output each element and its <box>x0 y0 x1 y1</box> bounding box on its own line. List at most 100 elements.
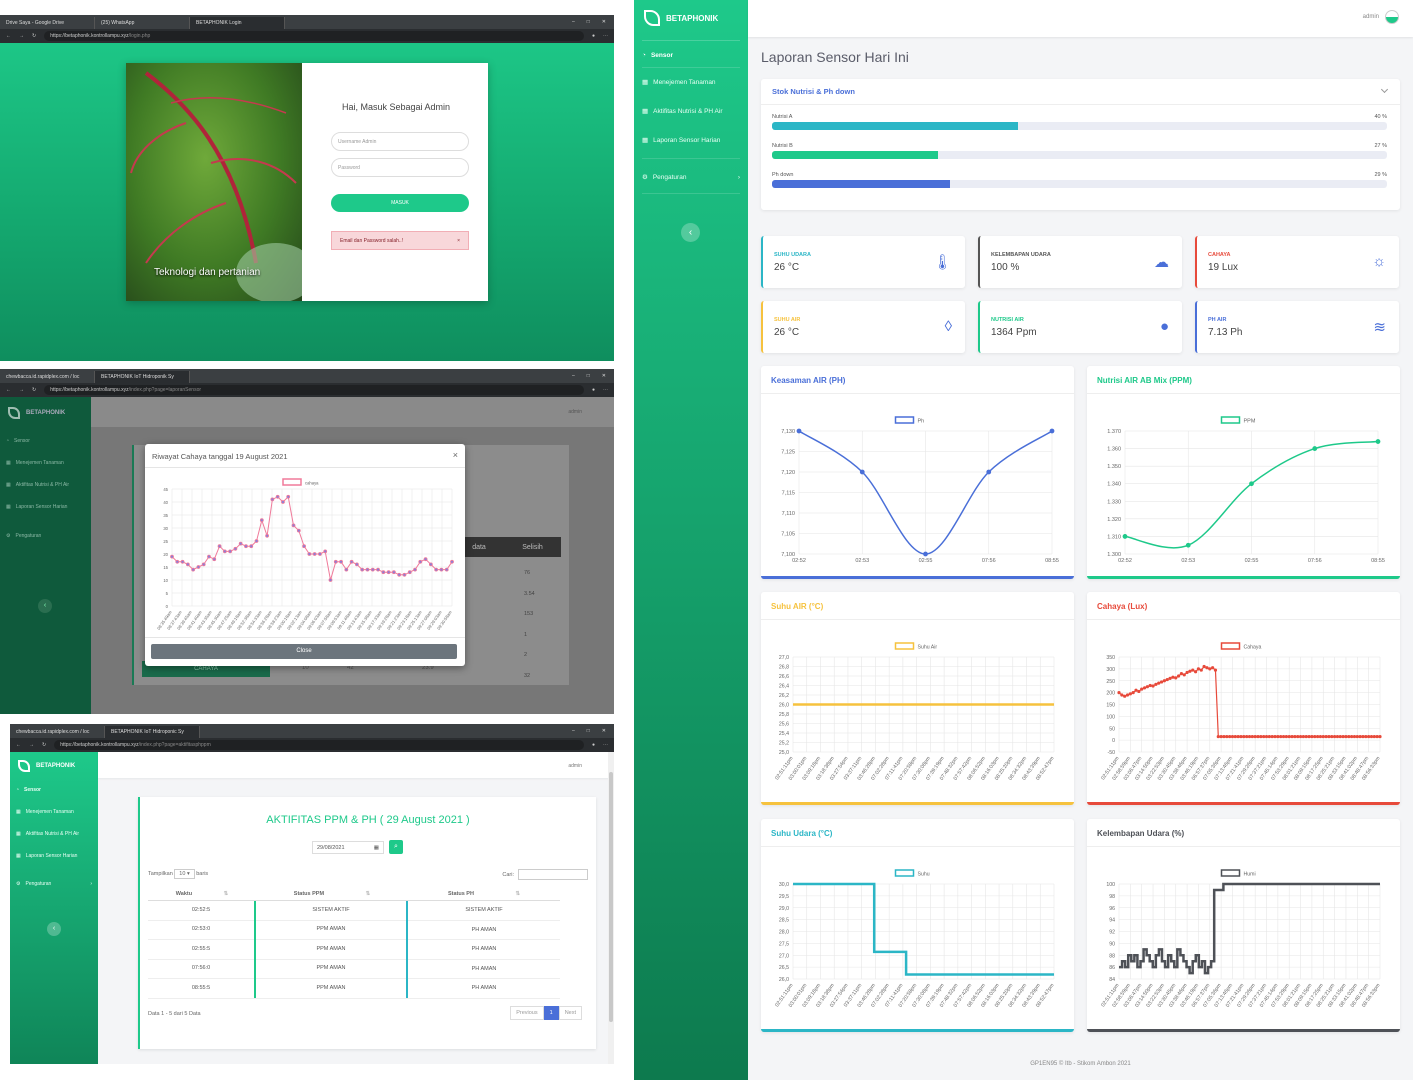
sun-icon: ☼ <box>1372 253 1386 270</box>
browser-tab[interactable]: Drive Saya - Google Drive <box>0 17 95 29</box>
reload-icon[interactable]: ↻ <box>32 387 36 393</box>
y-tick-label: 30,0 <box>779 882 789 888</box>
browser-tab-active[interactable]: BETAPHONIK Login <box>190 17 285 29</box>
scrollbar[interactable] <box>608 752 614 1064</box>
username-input[interactable]: Username Admin <box>331 132 469 151</box>
page-1-button[interactable]: 1 <box>543 1006 559 1020</box>
url-field[interactable]: https://betaphonik.kontrollampu.xyz/inde… <box>44 385 584 395</box>
nav-aktifitas[interactable]: ▦ Aktifitas Nutrisi & PH Air <box>642 105 740 117</box>
calendar-icon[interactable]: ▦ <box>374 845 379 851</box>
series-line <box>1119 882 1380 975</box>
data-point <box>1293 734 1297 739</box>
modal-close-icon[interactable]: × <box>453 450 458 460</box>
gauge-icon: ◔ <box>16 787 20 793</box>
brand[interactable]: BETAPHONIK <box>634 0 748 36</box>
minimize-icon[interactable]: – <box>572 19 575 25</box>
menu-icon[interactable]: ⋯ <box>603 387 608 393</box>
nav-sensor[interactable]: ◔ Sensor <box>6 435 85 447</box>
th-ph[interactable]: Status PH ⇅ <box>408 891 560 897</box>
nav-laporan[interactable]: ▦ Laporan Sensor Harian <box>16 850 92 862</box>
chart-title: Kelembapan Udara (%) <box>1097 829 1185 838</box>
profile-avatar[interactable]: ● <box>592 33 595 39</box>
back-icon[interactable]: ← <box>6 387 11 393</box>
reload-icon[interactable]: ↻ <box>32 33 36 39</box>
browser-tab[interactable]: (25) WhatsApp <box>95 17 190 29</box>
browser-tabbar: chewbacca.id.rapidplex.com / loc BETAPHO… <box>0 369 614 383</box>
brand[interactable]: BETAPHONIK <box>0 397 91 429</box>
user-name[interactable]: admin <box>1363 14 1379 20</box>
next-page-button[interactable]: Next <box>558 1006 582 1020</box>
data-point <box>796 428 802 434</box>
collapse-sidebar-button[interactable]: ‹ <box>47 922 61 936</box>
th-waktu[interactable]: Waktu ⇅ <box>148 891 256 897</box>
maximize-icon[interactable]: □ <box>587 19 590 25</box>
maximize-icon[interactable]: □ <box>587 373 590 379</box>
back-icon[interactable]: ← <box>6 33 11 39</box>
leaf-illustration <box>130 71 302 301</box>
url-field[interactable]: https://betaphonik.kontrollampu.xyz/logi… <box>44 31 584 41</box>
progress-fill <box>772 151 939 159</box>
sidebar: BETAPHONIK ◔ Sensor ▦ Menejemen Tanaman ▦ A… <box>634 0 748 1080</box>
length-select[interactable]: 10 ▾ <box>174 869 195 879</box>
th-ppm[interactable]: Status PPM ⇅ <box>256 891 408 897</box>
browser-tab[interactable]: chewbacca.id.rapidplex.com / loc <box>10 726 105 738</box>
close-window-icon[interactable]: ✕ <box>602 19 606 25</box>
back-icon[interactable]: ← <box>16 742 21 748</box>
close-window-icon[interactable]: ✕ <box>602 728 606 734</box>
url-field[interactable]: https://betaphonik.kontrollampu.xyz/inde… <box>54 740 584 750</box>
avatar[interactable] <box>1385 10 1399 24</box>
prev-page-button[interactable]: Previous <box>510 1006 544 1020</box>
nav-pengaturan[interactable]: ⚙ Pengaturan › <box>642 171 740 183</box>
forward-icon[interactable]: → <box>19 387 24 393</box>
user-name[interactable]: admin <box>568 763 582 769</box>
table-row: 08:55:5 PPM AMAN PH AMAN <box>148 978 560 999</box>
nav-pengaturan[interactable]: ⚙ Pengaturan › <box>16 878 92 890</box>
password-input[interactable]: Password <box>331 158 469 177</box>
data-point <box>1318 734 1323 739</box>
nav-laporan[interactable]: ▦ Laporan Sensor Harian <box>642 134 740 146</box>
minimize-icon[interactable]: – <box>572 373 575 379</box>
nav-menejemen[interactable]: ▦ Menejemen Tanaman <box>6 457 85 469</box>
browser-tab[interactable]: chewbacca.id.rapidplex.com / loc <box>0 371 95 383</box>
browser-tab-active[interactable]: BETAPHONIK IoT Hidroponik Sy <box>95 371 190 383</box>
profile-avatar[interactable]: ● <box>592 387 595 393</box>
nav-pengaturan[interactable]: ⚙ Pengaturan <box>6 530 85 542</box>
chart-title: Suhu AIR (°C) <box>771 602 824 611</box>
plant-image: Teknologi dan pertanian <box>126 63 302 301</box>
user-name[interactable]: admin <box>568 409 582 415</box>
data-point <box>428 562 433 567</box>
nav-sensor[interactable]: ◔ Sensor <box>16 784 92 796</box>
date-search-button[interactable]: ⌕ <box>389 840 403 854</box>
nav-label: Pengaturan <box>652 173 687 181</box>
chevron-down-icon[interactable] <box>1380 85 1389 94</box>
nav-sensor[interactable]: ◔ Sensor <box>642 49 740 61</box>
nav-aktifitas[interactable]: ▦ Aktifitas Nutrisi & PH Air <box>16 828 92 840</box>
profile-avatar[interactable]: ● <box>592 742 595 748</box>
maximize-icon[interactable]: □ <box>587 728 590 734</box>
reload-icon[interactable]: ↻ <box>42 742 46 748</box>
stat-value: 19 Lux <box>1208 262 1239 273</box>
menu-icon[interactable]: ⋯ <box>603 33 608 39</box>
modal-close-button[interactable]: Close <box>151 644 457 659</box>
menu-icon[interactable]: ⋯ <box>603 742 608 748</box>
browser-tab-active[interactable]: BETAPHONIK IoT Hidroponic Sy <box>105 726 200 738</box>
collapse-sidebar-button[interactable]: ‹ <box>38 599 52 613</box>
masuk-button[interactable]: MASUK <box>331 194 469 212</box>
bg-col: Selisih <box>522 543 543 551</box>
nav-laporan[interactable]: ▦ Laporan Sensor Harian <box>6 501 85 513</box>
date-input[interactable]: 29/08/2021 ▦ <box>312 841 384 854</box>
collapse-sidebar-button[interactable]: ‹ <box>681 223 700 242</box>
close-window-icon[interactable]: ✕ <box>602 373 606 379</box>
nav-aktifitas[interactable]: ▦ Aktifitas Nutrisi & PH Air <box>6 479 85 491</box>
minimize-icon[interactable]: – <box>572 728 575 734</box>
nav-menejemen[interactable]: ▦ Menejemen Tanaman <box>642 76 740 88</box>
data-point <box>1341 734 1345 739</box>
y-tick-label: 27,0 <box>779 953 789 959</box>
nav-menejemen[interactable]: ▦ Menejemen Tanaman <box>16 806 92 818</box>
forward-icon[interactable]: → <box>19 33 24 39</box>
search-input[interactable] <box>518 869 588 880</box>
url-host: https://betaphonik.kontrollampu.xyz <box>50 33 129 39</box>
forward-icon[interactable]: → <box>29 742 34 748</box>
alert-close-icon[interactable]: × <box>457 238 460 244</box>
brand[interactable]: BETAPHONIK <box>10 752 98 780</box>
